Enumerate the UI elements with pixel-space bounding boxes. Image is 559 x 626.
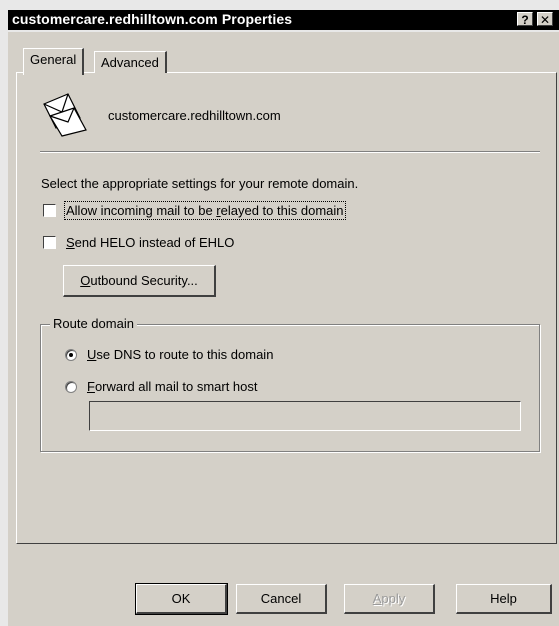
window-edge — [0, 32, 8, 626]
smart-host-input[interactable] — [90, 402, 520, 430]
title-bar[interactable]: customercare.redhilltown.com Properties … — [0, 0, 559, 32]
tab-advanced[interactable]: Advanced — [94, 51, 167, 73]
use-dns-radio[interactable] — [65, 349, 77, 361]
smart-host-field[interactable] — [89, 401, 521, 431]
ok-button[interactable]: OK — [135, 583, 228, 615]
radio-selected-dot — [69, 353, 73, 357]
route-domain-group-label: Route domain — [50, 316, 137, 331]
separator — [40, 151, 540, 153]
help-button[interactable]: ? — [517, 12, 533, 27]
send-helo-checkbox[interactable] — [43, 236, 56, 249]
forward-smart-host-label[interactable]: Forward all mail to smart host — [87, 379, 258, 394]
apply-button[interactable]: Apply — [344, 584, 435, 614]
tab-general[interactable]: General — [23, 48, 85, 75]
allow-relay-checkbox[interactable] — [43, 204, 56, 217]
forward-smart-host-radio[interactable] — [65, 381, 77, 393]
apply-label-post: pply — [381, 591, 406, 606]
cancel-button[interactable]: Cancel — [236, 584, 327, 614]
outbound-security-label-post: utbound Security... — [90, 273, 198, 288]
use-dns-label-key: U — [87, 347, 97, 362]
remote-domain-icon — [43, 93, 87, 137]
allow-relay-label[interactable]: Allow incoming mail to be relayed to thi… — [64, 201, 346, 220]
send-helo-label-post: end HELO instead of EHLO — [74, 235, 235, 250]
send-helo-label[interactable]: Send HELO instead of EHLO — [66, 235, 234, 250]
general-tab-panel — [16, 72, 557, 544]
send-helo-label-key: S — [66, 235, 75, 250]
outbound-security-button[interactable]: Outbound Security... — [63, 265, 216, 297]
forward-smart-host-label-post: orward all mail to smart host — [94, 379, 258, 394]
allow-relay-label-post: elayed to this domain — [220, 203, 344, 218]
outbound-security-label-key: O — [80, 273, 91, 288]
close-button[interactable]: ✕ — [537, 12, 553, 27]
allow-relay-label-pre: Allow incoming mail to be — [66, 203, 217, 218]
window-title: customercare.redhilltown.com Properties — [12, 11, 293, 27]
close-icon: ✕ — [539, 13, 551, 27]
domain-name: customercare.redhilltown.com — [108, 108, 281, 123]
instruction-text: Select the appropriate settings for your… — [41, 176, 359, 191]
tab-advanced-label: Advanced — [101, 55, 159, 70]
help-footer-button[interactable]: Help — [456, 584, 552, 614]
use-dns-label[interactable]: Use DNS to route to this domain — [87, 347, 273, 362]
forward-smart-host-label-key: F — [87, 379, 95, 394]
tab-general-label: General — [30, 52, 77, 67]
use-dns-label-post: se DNS to route to this domain — [96, 347, 274, 362]
